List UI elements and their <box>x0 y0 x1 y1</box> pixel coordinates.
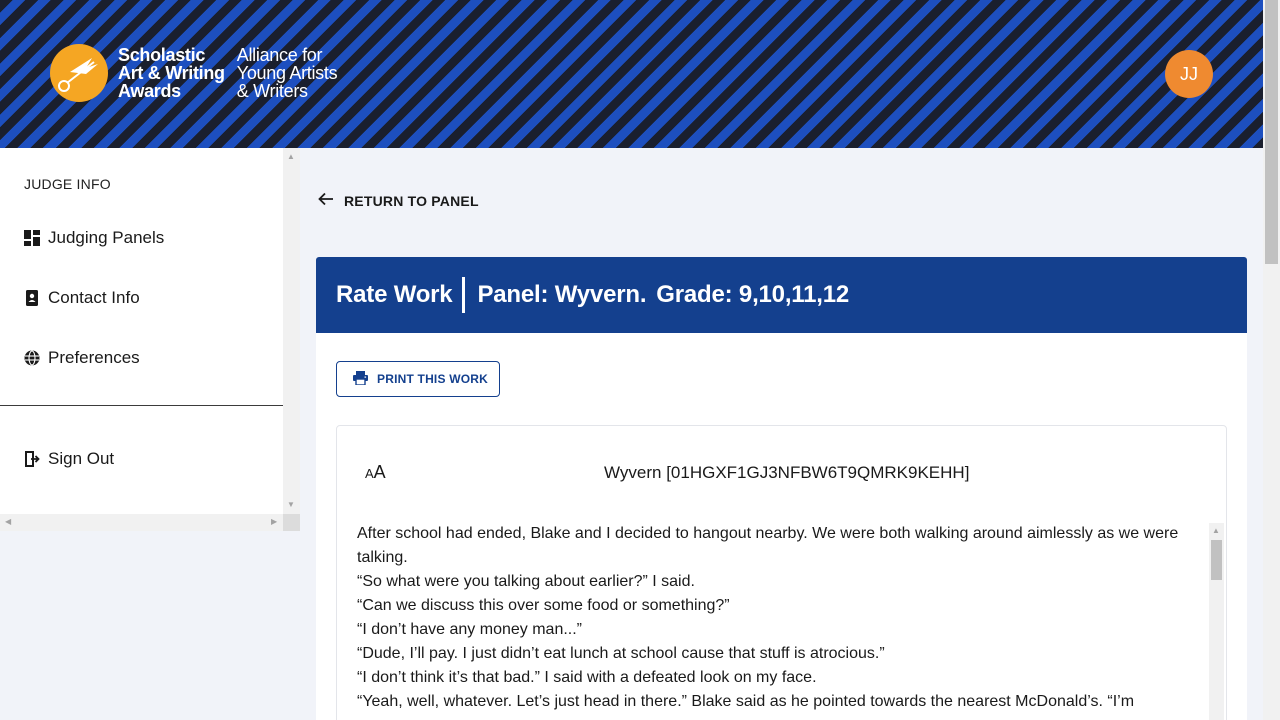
work-title: Wyvern [01HGXF1GJ3NFBW6T9QMRK9KEHH] <box>604 463 970 482</box>
sidebar: JUDGE INFO Judging Panels Contact Info P… <box>0 148 300 720</box>
work-paragraph: “I don’t think it’s that bad.” I said wi… <box>357 669 817 686</box>
rate-work-card: Rate Work Panel: Wyvern. Grade: 9,10,11,… <box>316 257 1247 720</box>
scrollbar-corner <box>283 514 300 531</box>
sidebar-divider <box>0 405 283 406</box>
sidebar-vertical-scrollbar[interactable]: ▲ ▼ <box>283 148 300 514</box>
main-content: RETURN TO PANEL Rate Work Panel: Wyvern.… <box>300 148 1263 720</box>
work-text-scrollbar-thumb[interactable] <box>1211 540 1222 580</box>
grade-label: Grade: 9,10,11,12 <box>656 281 850 308</box>
work-paragraph: “I don’t have any money man...” <box>357 621 582 638</box>
work-paragraph: After school had ended, Blake and I deci… <box>357 525 1179 566</box>
work-viewer: AA Wyvern [01HGXF1GJ3NFBW6T9QMRK9KEHH] A… <box>336 425 1227 720</box>
printer-icon <box>353 370 368 388</box>
print-label: PRINT THIS WORK <box>377 372 488 386</box>
sidebar-panel: JUDGE INFO Judging Panels Contact Info P… <box>0 148 283 514</box>
work-paragraph: “Can we discuss this over some food or s… <box>357 597 730 614</box>
return-to-panel-link[interactable]: RETURN TO PANEL <box>318 190 479 211</box>
sign-out-button[interactable]: Sign Out <box>24 449 114 469</box>
scroll-down-icon[interactable]: ▼ <box>287 501 295 509</box>
work-paragraph: “So what were you talking about earlier?… <box>357 573 695 590</box>
sign-out-label: Sign Out <box>48 449 115 468</box>
logo-wordmark: Scholastic Art & Writing Awards <box>118 46 225 100</box>
scroll-left-icon[interactable]: ◀ <box>5 518 11 526</box>
work-paragraph: “Dude, I’ll pay. I just didn’t eat lunch… <box>357 645 885 662</box>
scroll-up-icon[interactable]: ▲ <box>287 153 295 161</box>
title-separator <box>462 277 466 313</box>
sign-out-icon <box>24 451 40 467</box>
sidebar-item-preferences[interactable]: Preferences <box>24 348 140 368</box>
sidebar-section-title: JUDGE INFO <box>24 176 111 192</box>
font-size-toggle[interactable]: AA <box>365 462 386 483</box>
card-header: Rate Work Panel: Wyvern. Grade: 9,10,11,… <box>316 257 1247 333</box>
scroll-right-icon[interactable]: ▶ <box>271 518 277 526</box>
sidebar-item-label: Judging Panels <box>48 228 165 247</box>
logo-tagline: Alliance for Young Artists & Writers <box>237 46 338 100</box>
sidebar-item-contact-info[interactable]: Contact Info <box>24 288 140 308</box>
scholastic-logo[interactable]: Scholastic Art & Writing Awards Alliance… <box>50 44 338 102</box>
font-size-small-icon: A <box>365 466 374 481</box>
user-avatar[interactable]: JJ <box>1165 50 1213 98</box>
panel-label: Panel: Wyvern. <box>477 281 647 308</box>
page-scrollbar-thumb[interactable] <box>1265 0 1278 264</box>
return-label: RETURN TO PANEL <box>344 192 479 209</box>
tagline-line: Alliance for <box>236 45 323 65</box>
print-work-button[interactable]: PRINT THIS WORK <box>336 361 500 397</box>
logo-emblem-icon <box>50 44 108 102</box>
work-text: After school had ended, Blake and I deci… <box>357 522 1207 720</box>
work-paragraph: “Yeah, well, whatever. Let’s just head i… <box>357 693 1135 710</box>
arrow-left-icon <box>318 190 334 211</box>
dashboard-icon <box>24 230 40 246</box>
contact-book-icon <box>24 290 40 306</box>
logo-line: Art & Writing <box>118 63 225 83</box>
sidebar-item-judging-panels[interactable]: Judging Panels <box>24 228 164 248</box>
sidebar-item-label: Contact Info <box>48 288 140 307</box>
site-header: Scholastic Art & Writing Awards Alliance… <box>0 0 1263 148</box>
sidebar-horizontal-scrollbar[interactable]: ◀ ▶ <box>0 514 283 531</box>
logo-line: Awards <box>118 81 181 101</box>
scroll-up-icon[interactable]: ▲ <box>1212 527 1220 535</box>
sidebar-item-label: Preferences <box>48 348 140 367</box>
globe-icon <box>24 350 40 366</box>
tagline-line: Young Artists <box>236 63 338 83</box>
tagline-line: & Writers <box>236 81 308 101</box>
logo-line: Scholastic <box>118 45 206 65</box>
font-size-large-icon: A <box>373 462 386 482</box>
card-title: Rate Work <box>336 281 453 308</box>
